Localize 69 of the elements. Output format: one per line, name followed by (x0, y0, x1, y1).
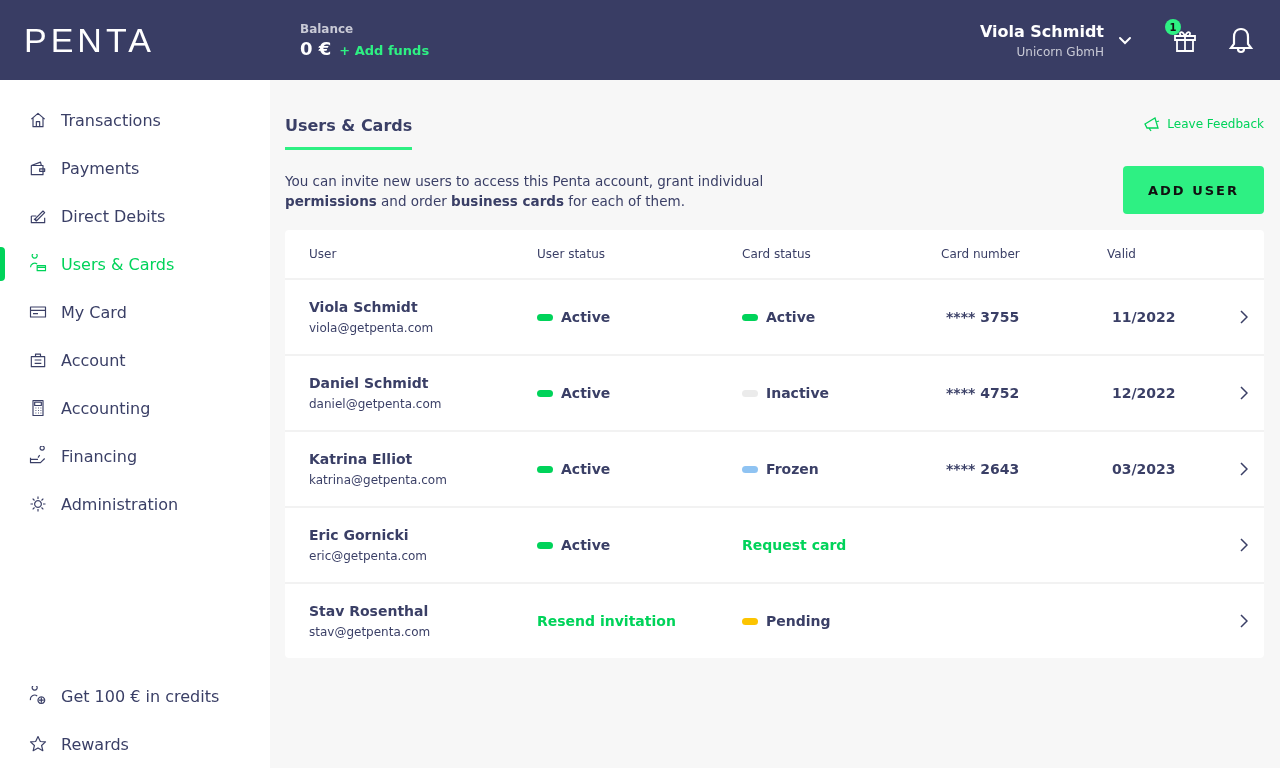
sidebar-item[interactable]: Transactions (0, 96, 270, 144)
user-name: Daniel Schmidt (309, 375, 430, 391)
column-header: Card status (742, 247, 812, 261)
nav-icon (28, 158, 48, 178)
chevron-down-icon[interactable] (1118, 35, 1132, 45)
nav-icon (28, 110, 48, 130)
valid-date: 11/2022 (1112, 309, 1176, 325)
column-header: User (309, 247, 338, 261)
intro-text: You can invite new users to access this Penta account, grant individual permissions and order business cards for each of them. (285, 172, 765, 211)
chevron-right-icon[interactable] (1240, 538, 1248, 552)
page-tab[interactable]: Users & Cards (285, 108, 413, 150)
sidebar-item[interactable]: My Card (0, 288, 270, 336)
logo: PENTA (24, 20, 156, 60)
user-name: Viola Schmidt (979, 21, 1104, 41)
user-row[interactable]: Eric Gornicki eric@getpenta.com Active Request card (285, 506, 1264, 582)
user-row[interactable]: Daniel Schmidt daniel@getpenta.com Active Inactive **** 4752 12/2022 (285, 354, 1264, 430)
status-label: Pending (766, 613, 831, 629)
user-email: daniel@getpenta.com (309, 397, 443, 411)
user-name: Stav Rosenthal (309, 603, 430, 619)
nav-icon (28, 446, 48, 466)
user-email: eric@getpenta.com (309, 549, 429, 563)
user-email: katrina@getpenta.com (309, 473, 448, 487)
chevron-right-icon[interactable] (1240, 614, 1248, 628)
user-plus-icon (28, 686, 48, 706)
column-header: Valid (1107, 247, 1137, 261)
sidebar-item[interactable]: Account (0, 336, 270, 384)
company-name: Unicorn GbmH (1016, 44, 1104, 59)
valid-date: 12/2022 (1112, 385, 1176, 401)
sidebar-item[interactable]: Financing (0, 432, 270, 480)
chevron-right-icon[interactable] (1240, 310, 1248, 324)
nav-icon (28, 494, 48, 514)
user-email: viola@getpenta.com (309, 321, 435, 335)
balance-amount: 0 € (300, 37, 332, 59)
user-name: Viola Schmidt (309, 299, 419, 315)
column-header: Card number (941, 247, 1021, 261)
nav-icon (28, 254, 48, 274)
chevron-right-icon[interactable] (1240, 386, 1248, 400)
star-icon (28, 734, 48, 754)
card-number: **** 3755 (946, 309, 1020, 325)
column-header: User status (537, 247, 607, 261)
notification-badge: 1 (1165, 19, 1181, 35)
status-label: Active (561, 461, 611, 477)
balance-label: Balance (300, 21, 355, 36)
sidebar-item[interactable]: Accounting (0, 384, 270, 432)
user-name: Katrina Elliot (309, 451, 414, 467)
status-label: Active (561, 309, 611, 325)
user-row[interactable]: Stav Rosenthal stav@getpenta.com Resend invitation Pending (285, 582, 1264, 658)
status-label: Inactive (766, 385, 830, 401)
user-row[interactable]: Viola Schmidt viola@getpenta.com Active Active **** 3755 11/2022 (285, 278, 1264, 354)
sidebar-item[interactable]: Payments (0, 144, 270, 192)
user-row[interactable]: Katrina Elliot katrina@getpenta.com Active Frozen **** 2643 03/2023 (285, 430, 1264, 506)
status-label: Active (561, 537, 611, 553)
add-funds-link[interactable]: + Add funds (339, 42, 430, 58)
chevron-right-icon[interactable] (1240, 462, 1248, 476)
sidebar-item[interactable]: Rewards (0, 720, 270, 768)
status-label: Active (561, 385, 611, 401)
user-email: stav@getpenta.com (309, 625, 432, 639)
status-label: Frozen (766, 461, 819, 477)
sidebar-item[interactable]: Administration (0, 480, 270, 528)
sidebar-item[interactable]: Direct Debits (0, 192, 270, 240)
user-name: Eric Gornicki (309, 527, 410, 543)
valid-date: 03/2023 (1112, 461, 1176, 477)
card-number: **** 2643 (946, 461, 1020, 477)
add-user-button[interactable]: ADD USER (1123, 166, 1264, 214)
megaphone-icon (1143, 116, 1162, 132)
status-label: Active (766, 309, 816, 325)
card-number: **** 4752 (946, 385, 1020, 401)
sidebar-item[interactable]: Get 100 € in credits (0, 672, 270, 720)
bell-icon[interactable] (1228, 26, 1254, 54)
